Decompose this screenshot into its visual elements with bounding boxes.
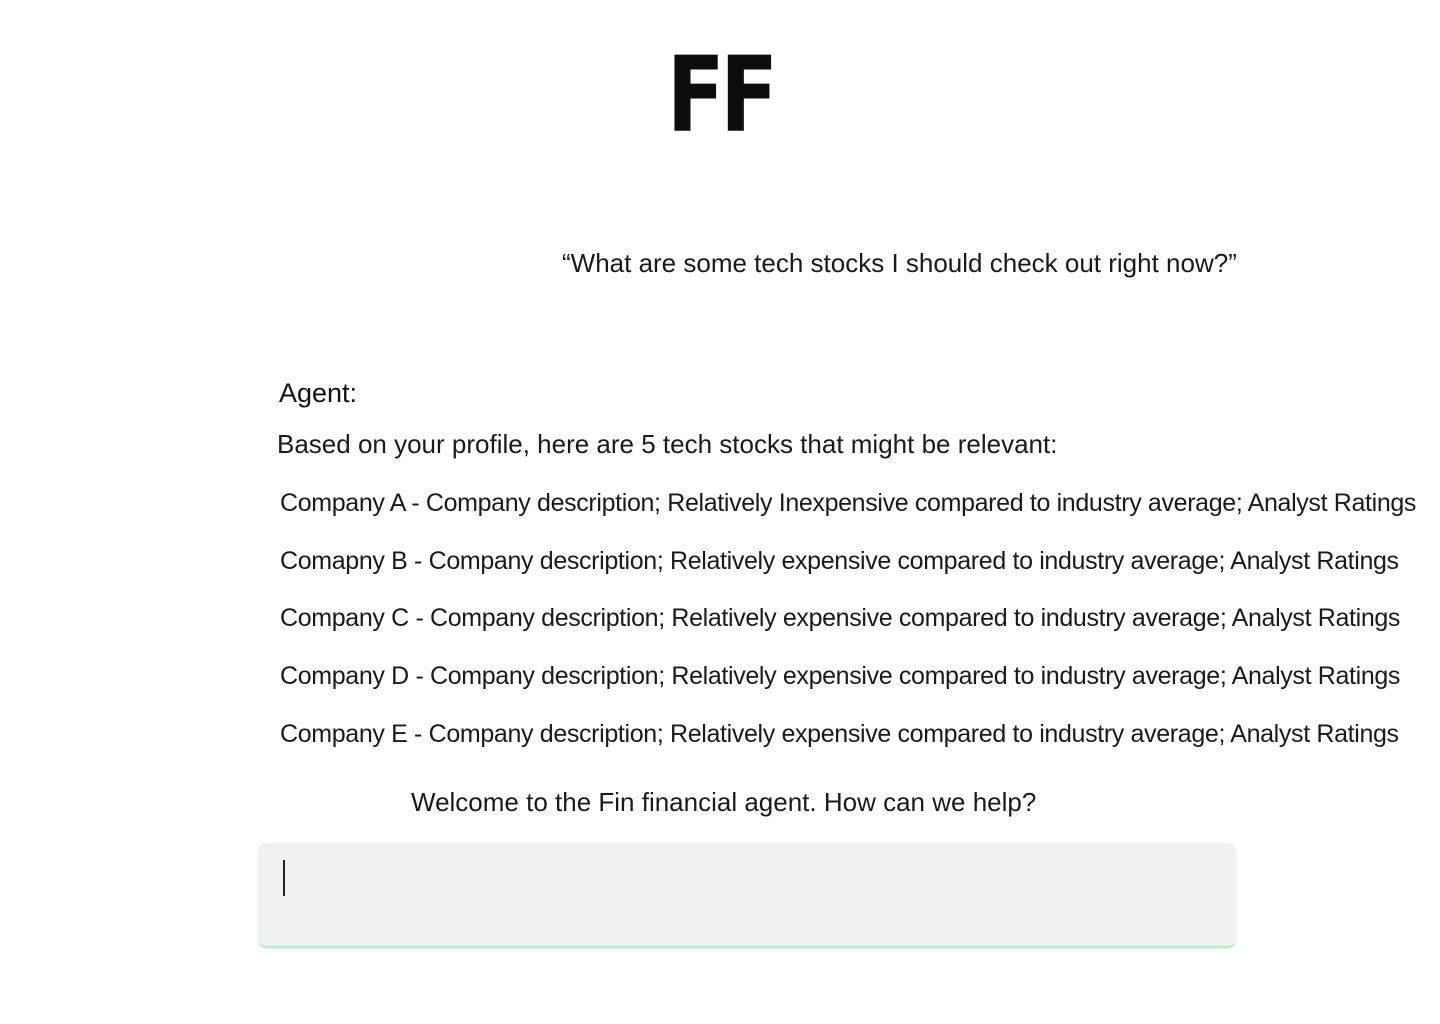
chat-input[interactable] bbox=[258, 843, 1236, 946]
stock-item-company-c: Company C - Company description; Relativ… bbox=[280, 604, 1401, 633]
stock-item-company-d: Company D - Company description; Relativ… bbox=[280, 662, 1401, 691]
stock-item-company-b: Comapny B - Company description; Relativ… bbox=[280, 546, 1399, 575]
stock-recommendation-list: Company A - Company description; Relativ… bbox=[280, 487, 1416, 775]
agent-label: Agent: bbox=[279, 378, 358, 408]
chat-input-container[interactable] bbox=[258, 843, 1236, 946]
agent-intro-message: Based on your profile, here are 5 tech s… bbox=[277, 429, 1058, 459]
text-cursor bbox=[283, 860, 285, 896]
stock-item-company-a: Company A - Company description; Relativ… bbox=[280, 489, 1417, 517]
stock-item-company-e: Company E - Company description; Relativ… bbox=[280, 719, 1399, 748]
welcome-message: Welcome to the Fin financial agent. How … bbox=[411, 787, 1037, 817]
app-logo: FF bbox=[666, 34, 779, 156]
user-message: “What are some tech stocks I should chec… bbox=[562, 248, 1237, 278]
